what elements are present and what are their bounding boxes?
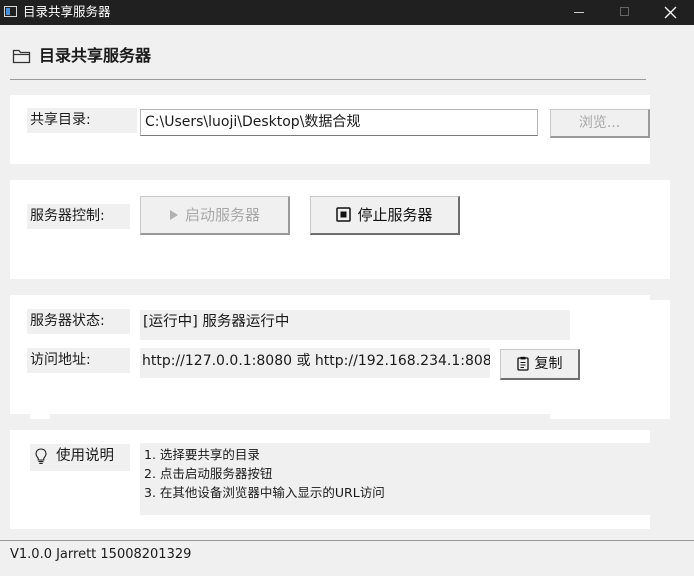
start-server-button[interactable]: 启动服务器 bbox=[140, 196, 290, 235]
lightbulb-icon bbox=[35, 448, 47, 464]
footer-divider bbox=[0, 540, 694, 541]
access-address-label: 访问地址: bbox=[27, 348, 130, 373]
stop-server-label: 停止服务器 bbox=[357, 206, 433, 224]
stop-server-button[interactable]: 停止服务器 bbox=[310, 196, 460, 235]
version-info: V1.0.0 Jarrett 15008201329 bbox=[10, 547, 192, 562]
list-item: 3. 在其他设备浏览器中输入显示的URL访问 bbox=[144, 485, 385, 500]
start-server-label: 启动服务器 bbox=[184, 206, 260, 224]
close-icon bbox=[664, 6, 677, 19]
close-button[interactable] bbox=[648, 0, 694, 25]
clipboard-icon bbox=[516, 356, 529, 371]
access-address-value: http://127.0.0.1:8080 或 http://192.168.2… bbox=[140, 348, 490, 378]
header-divider bbox=[10, 79, 646, 80]
page-title: 目录共享服务器 bbox=[39, 46, 152, 65]
server-status-value: [运行中] 服务器运行中 bbox=[140, 310, 570, 340]
maximize-button[interactable] bbox=[602, 0, 648, 25]
play-icon bbox=[169, 209, 178, 220]
server-control-label: 服务器控制: bbox=[27, 204, 130, 229]
list-item: 1. 选择要共享的目录 bbox=[144, 447, 260, 462]
server-status-label: 服务器状态: bbox=[27, 309, 130, 334]
status-panel-bottom-left bbox=[30, 410, 50, 419]
copy-button[interactable]: 复制 bbox=[500, 349, 580, 380]
share-dir-input[interactable]: C:\Users\luoji\Desktop\数据合规 bbox=[140, 109, 538, 136]
window-title: 目录共享服务器 bbox=[23, 4, 111, 19]
title-bar[interactable]: 目录共享服务器 bbox=[0, 0, 694, 25]
help-header: 使用说明 bbox=[30, 444, 130, 471]
status-panel-edge bbox=[650, 300, 670, 419]
stop-icon bbox=[336, 207, 352, 222]
app-icon bbox=[4, 6, 17, 17]
help-title: 使用说明 bbox=[56, 448, 114, 464]
list-item: 2. 点击启动服务器按钮 bbox=[144, 466, 273, 481]
status-panel-bottom-right bbox=[550, 410, 670, 419]
share-dir-label: 共享目录: bbox=[27, 108, 137, 133]
copy-label: 复制 bbox=[534, 356, 563, 372]
browse-button[interactable]: 浏览... bbox=[550, 109, 650, 138]
folder-icon bbox=[12, 49, 31, 64]
minimize-button[interactable] bbox=[556, 0, 602, 25]
help-instructions: 1. 选择要共享的目录 2. 点击启动服务器按钮 3. 在其他设备浏览器中输入显… bbox=[140, 443, 650, 515]
